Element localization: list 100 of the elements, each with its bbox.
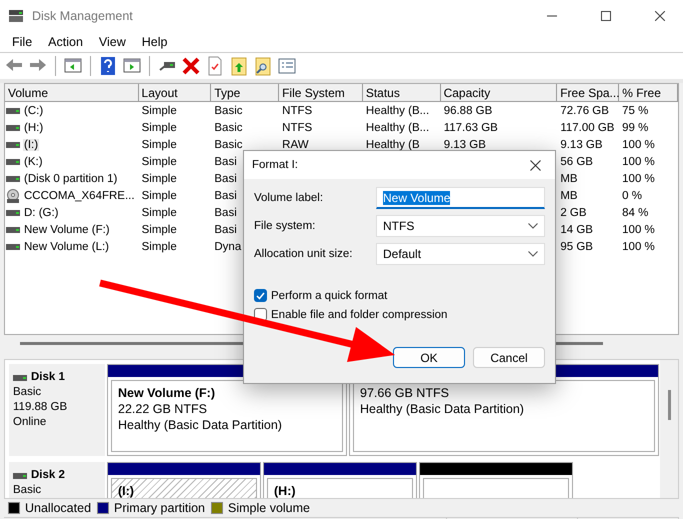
drive-label[interactable]: (K:) — [23, 156, 44, 168]
dropdown[interactable]: Default — [376, 243, 545, 265]
drive-icon — [6, 176, 20, 182]
table-cell: Basi — [214, 206, 237, 218]
table-cell: Simple — [142, 206, 177, 218]
column-header[interactable]: Type — [211, 84, 280, 102]
table-cell: 100 % — [622, 240, 655, 252]
disk-label-panel[interactable]: Disk 1 Basic 119.88 GB Online — [9, 364, 105, 456]
drive-icon — [13, 374, 27, 380]
drive-icon — [6, 210, 20, 216]
help-icon[interactable] — [98, 56, 118, 76]
checkbox[interactable] — [254, 289, 267, 302]
close-icon[interactable] — [530, 160, 540, 170]
disk-name: Disk 2 — [31, 468, 65, 483]
table-cell: Simple — [142, 190, 177, 202]
table-cell: 14 GB — [560, 224, 593, 236]
table-cell: Basi — [214, 224, 237, 236]
table-cell: Simple — [142, 224, 177, 236]
partition-size: 22.22 GB NTFS — [118, 401, 208, 417]
volume-label-field[interactable]: New Volume — [376, 187, 545, 209]
dialog-title: Format I: — [252, 159, 300, 171]
table-cell: 0 % — [622, 190, 642, 202]
table-cell: 56 GB — [560, 156, 593, 168]
table-cell: 117.63 GB — [444, 122, 498, 134]
drive-icon — [6, 124, 20, 130]
drive-label[interactable]: (I:) — [23, 138, 40, 150]
column-header[interactable]: Free Spa... — [557, 84, 620, 102]
column-header[interactable]: Volume — [5, 84, 139, 102]
table-cell: Basi — [214, 156, 237, 168]
menu-item[interactable]: View — [90, 35, 134, 49]
table-cell: 84 % — [622, 206, 648, 218]
menu-item[interactable]: File — [4, 35, 40, 49]
field-label: Volume label: — [254, 192, 324, 204]
table-cell: 100 % — [622, 172, 655, 184]
table-cell: Healthy (B... — [366, 122, 430, 134]
column-header[interactable]: File System — [279, 84, 363, 102]
legend-label: Simple volume — [228, 501, 310, 515]
folder-up-icon[interactable] — [229, 56, 249, 76]
drive-label[interactable]: (C:) — [23, 104, 44, 116]
window-title: Disk Management — [32, 9, 134, 23]
column-header[interactable]: Capacity — [440, 84, 558, 102]
partition-block[interactable]: (I:) — [107, 462, 261, 498]
drive-icon — [6, 108, 20, 114]
dialog-button[interactable]: OK — [393, 347, 465, 368]
disk-name: Disk 1 — [31, 370, 65, 385]
dropdown[interactable]: NTFS — [376, 215, 545, 237]
menu-item[interactable]: Action — [40, 35, 91, 49]
disk-label-panel[interactable]: Disk 2 Basic — [9, 462, 105, 498]
partition-title: New Volume (F:) — [118, 385, 216, 401]
drive-label[interactable]: New Volume (F:) — [23, 224, 111, 236]
minimize-icon[interactable] — [547, 15, 557, 17]
disk-info: Basic — [13, 385, 42, 400]
drive-label[interactable]: (Disk 0 partition 1) — [23, 172, 118, 184]
table-cell: 72.76 GB — [560, 104, 609, 116]
list-icon[interactable] — [277, 56, 297, 76]
scrollbar[interactable] — [660, 360, 678, 498]
drive-icon — [13, 472, 27, 478]
menu-item[interactable]: Help — [134, 35, 176, 49]
drive-label[interactable]: New Volume (L:) — [23, 240, 110, 252]
table-cell: Simple — [142, 156, 177, 168]
disk-info: Online — [13, 415, 48, 430]
table-cell: Simple — [142, 122, 177, 134]
table-cell: 96.88 GB — [444, 104, 492, 116]
maximize-icon[interactable] — [601, 11, 611, 21]
drive-label[interactable]: (H:) — [23, 122, 44, 134]
table-cell: Basi — [214, 172, 237, 184]
table-cell: Simple — [142, 104, 177, 116]
field-label: Allocation unit size: — [254, 248, 354, 260]
drive-label[interactable]: D: (G:) — [23, 206, 60, 218]
table-cell: Simple — [142, 172, 177, 184]
partition-block[interactable]: New Volume (F:) 22.22 GB NTFS Healthy (Basic Data Partition) — [107, 364, 347, 456]
chevron-down-icon — [528, 251, 538, 257]
table-cell: MB — [560, 190, 578, 202]
partition-block[interactable]: (H:) — [263, 462, 417, 498]
dialog-button[interactable]: Cancel — [473, 347, 545, 368]
checkbox-label: Perform a quick format — [271, 290, 388, 302]
column-header[interactable]: % Free — [619, 84, 678, 102]
table-cell: 100 % — [622, 156, 655, 168]
drive-icon — [6, 158, 20, 164]
folder-search-icon[interactable] — [253, 56, 273, 76]
legend-label: Unallocated — [25, 501, 92, 515]
table-cell: 117.00 GB — [560, 122, 614, 134]
table-cell: Basic — [214, 104, 242, 116]
close-icon[interactable] — [655, 11, 665, 21]
partition-size: 97.66 GB NTFS — [360, 385, 450, 401]
partition-title: (H:) — [274, 483, 297, 498]
table-cell: 9.13 GB — [444, 138, 486, 150]
table-cell: MB — [560, 172, 578, 184]
drive-label[interactable]: CCCOMA_X64FRE... — [23, 190, 136, 202]
table-cell: NTFS — [282, 122, 312, 134]
column-header[interactable]: Status — [362, 84, 441, 102]
table-cell: 95 GB — [560, 240, 593, 252]
partition-title: (I:) — [118, 483, 135, 498]
table-cell: Basic — [214, 138, 242, 150]
table-cell: 2 GB — [560, 206, 587, 218]
table-cell: Basi — [214, 190, 237, 202]
column-header[interactable]: Layout — [138, 84, 212, 102]
legend-label: Primary partition — [114, 501, 206, 515]
partition-status: Healthy (Basic Data Partition) — [118, 417, 283, 433]
delete-icon[interactable] — [181, 56, 201, 76]
